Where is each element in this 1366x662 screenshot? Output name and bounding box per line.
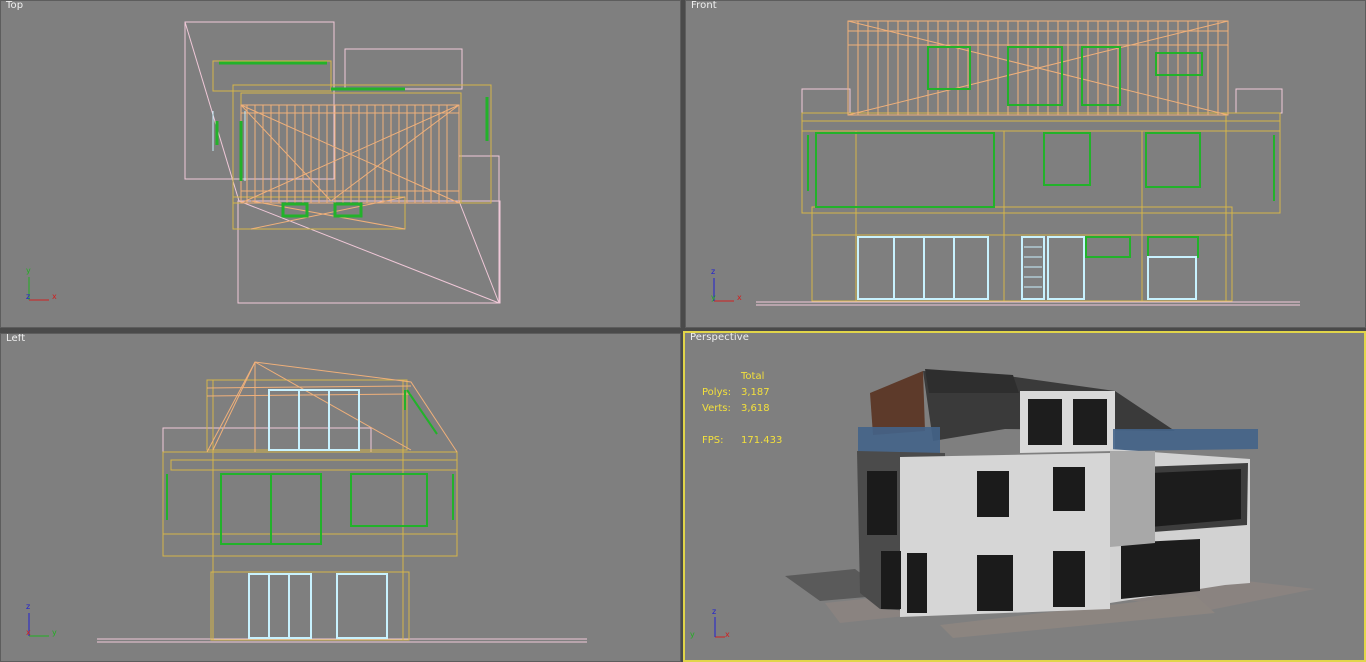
svg-text:y: y: [711, 293, 716, 302]
svg-text:z: z: [26, 292, 30, 301]
svg-text:x: x: [725, 630, 730, 639]
svg-text:y: y: [26, 266, 31, 275]
viewport-perspective[interactable]: Perspective Total Polys: 3,187 Verts: 3,…: [683, 331, 1366, 662]
svg-text:y: y: [52, 628, 57, 637]
svg-text:y: y: [690, 630, 695, 639]
axis-tripod-icon: x z y: [690, 607, 730, 639]
svg-text:x: x: [52, 292, 57, 301]
svg-text:x: x: [737, 293, 742, 302]
svg-text:x: x: [26, 628, 31, 637]
viewport-top[interactable]: Top x y z: [0, 0, 681, 328]
svg-text:z: z: [712, 607, 716, 616]
axis-tripod-icon: y z x: [26, 602, 57, 637]
perspective-render: x z y: [690, 369, 1315, 639]
svg-text:z: z: [26, 602, 30, 611]
left-wireframe: y z x: [26, 361, 587, 643]
viewport-left[interactable]: Left y z x: [0, 333, 681, 662]
svg-text:z: z: [711, 267, 715, 276]
viewport-front[interactable]: Front x z y: [685, 0, 1366, 328]
axis-tripod-icon: x y z: [26, 266, 57, 301]
top-wireframe: x y z: [26, 21, 501, 304]
front-wireframe: x z y: [711, 20, 1300, 306]
axis-tripod-icon: x z y: [711, 267, 742, 302]
